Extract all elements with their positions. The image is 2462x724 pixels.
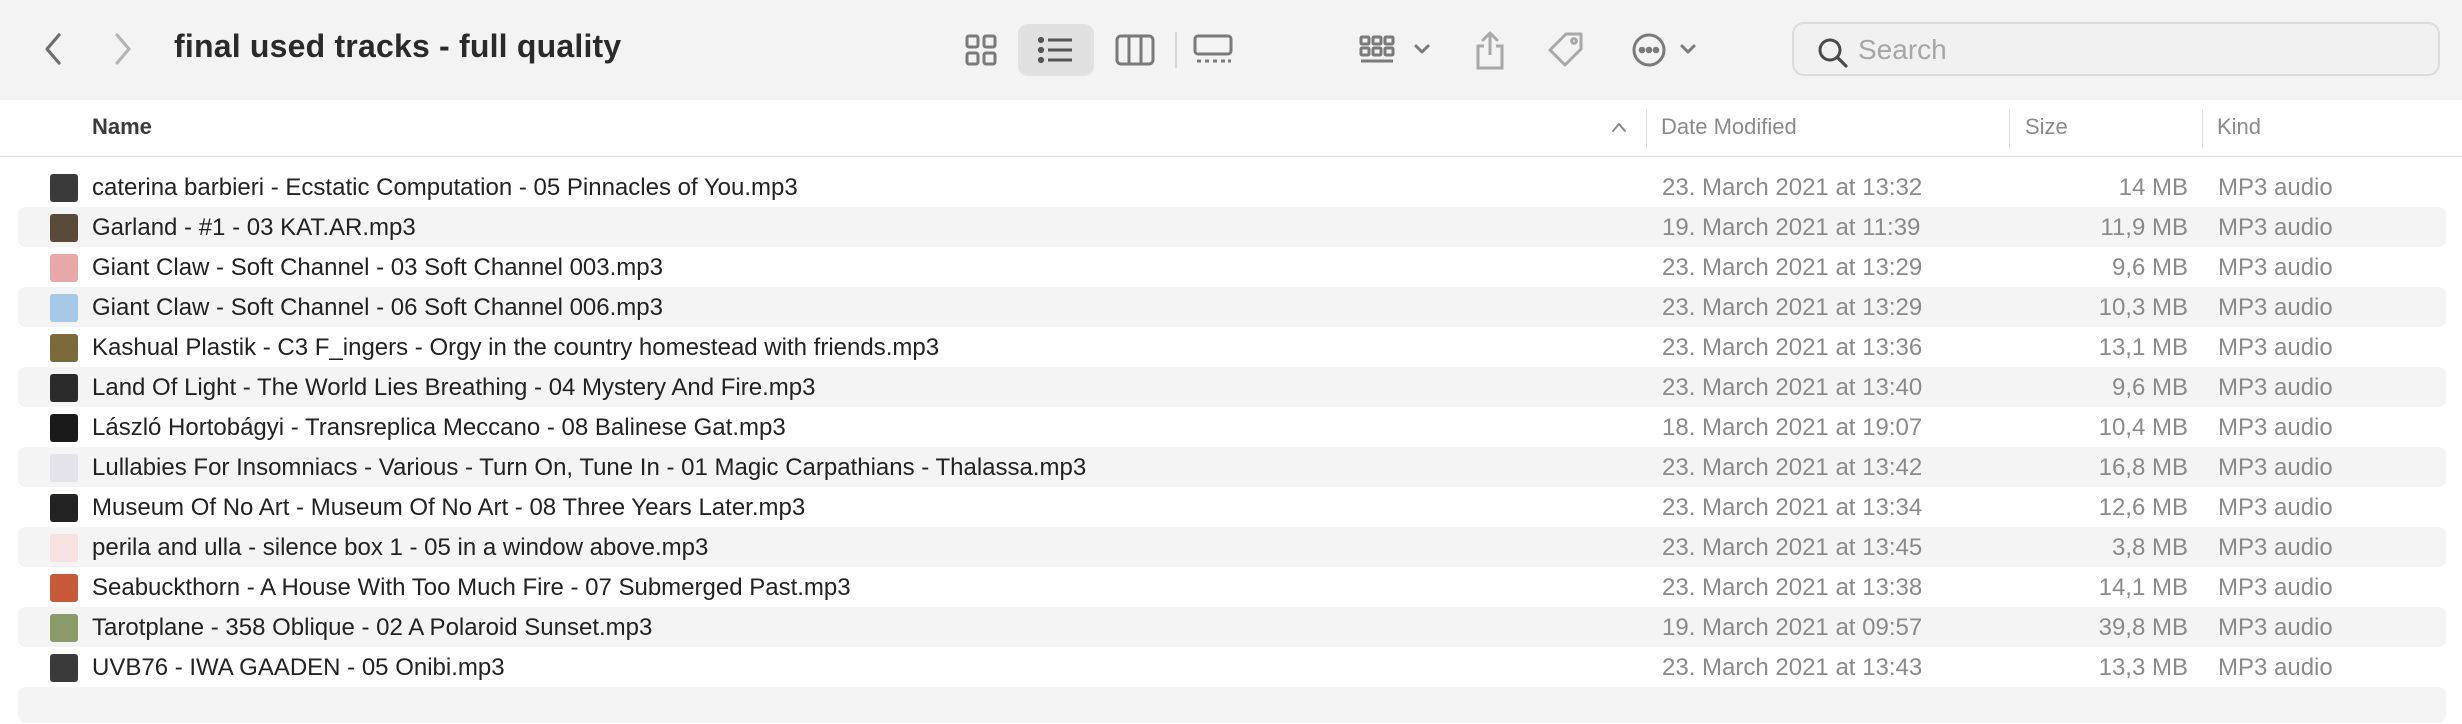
icon-view-icon [965,34,997,66]
file-row[interactable]: László Hortobágyi - Transreplica Meccano… [18,407,2446,447]
column-divider [2009,110,2010,148]
file-row[interactable]: Lullabies For Insomniacs - Various - Tur… [18,447,2446,487]
file-kind: MP3 audio [2218,414,2333,441]
chevron-left-icon [45,33,61,65]
share-icon [1476,31,1504,70]
file-kind: MP3 audio [2218,574,2333,601]
file-kind: MP3 audio [2218,174,2333,201]
group-by-icon [1359,35,1430,63]
gallery-view-icon [1193,34,1233,63]
file-size: 9,6 MB [2111,374,2188,401]
group-by-button[interactable] [1358,24,1434,76]
file-kind: MP3 audio [2218,334,2333,361]
toolbar: final used tracks - full quality [0,0,2462,101]
file-kind: MP3 audio [2218,454,2333,481]
file-row[interactable]: UVB76 - IWA GAADEN - 05 Onibi.mp3 23. Mar… [18,647,2446,687]
toolbar-divider [1175,32,1177,68]
file-kind: MP3 audio [2218,374,2333,401]
file-row[interactable]: Giant Claw - Soft Channel - 06 Soft Chan… [18,287,2446,327]
file-row[interactable]: Land Of Light - The World Lies Breathing… [18,367,2446,407]
search-input[interactable] [1856,30,2420,70]
file-kind: MP3 audio [2218,254,2333,281]
column-header-size[interactable]: Size [2025,114,2068,140]
back-button[interactable] [26,22,80,76]
window-title: final used tracks - full quality [174,28,622,64]
column-header-name[interactable]: Name [92,114,152,140]
file-row[interactable]: perila and ulla - silence box 1 - 05 in … [18,527,2446,567]
file-size: 10,4 MB [2098,414,2188,441]
more-actions-button[interactable] [1630,24,1706,76]
column-divider [1646,110,1647,148]
file-kind: MP3 audio [2218,614,2333,641]
tag-button[interactable] [1544,24,1588,76]
file-size: 39,8 MB [2098,614,2188,641]
file-size: 16,8 MB [2098,454,2188,481]
column-view-icon [1115,34,1155,66]
column-header: Name Date Modified Size Kind [0,100,2462,157]
file-row[interactable]: Seabuckthorn - A House With Too Much Fir… [18,567,2446,607]
file-row[interactable]: Kashual Plastik - C3 F_ingers - Orgy in … [18,327,2446,367]
search-icon [1818,38,1848,68]
file-size: 13,1 MB [2098,334,2188,361]
file-size: 13,3 MB [2098,654,2188,681]
file-kind: MP3 audio [2218,494,2333,521]
list-view-icon [1037,36,1072,64]
file-row[interactable]: Tarotplane - 358 Oblique - 02 A Polaroid… [18,607,2446,647]
empty-row [18,687,2446,723]
icon-view-button[interactable] [956,24,1006,76]
file-row[interactable]: Giant Claw - Soft Channel - 03 Soft Chan… [18,247,2446,287]
share-button[interactable] [1468,24,1512,76]
sort-ascending-icon [1612,123,1626,132]
file-kind: MP3 audio [2218,654,2333,681]
list-view-button[interactable] [1018,24,1094,76]
file-size: 14 MB [2118,174,2188,201]
file-kind: MP3 audio [2218,294,2333,321]
column-header-date[interactable]: Date Modified [1661,114,1797,140]
ellipsis-circle-icon [1632,33,1696,67]
column-view-button[interactable] [1110,24,1160,76]
file-kind: MP3 audio [2218,534,2333,561]
chevron-right-icon [115,33,131,65]
file-row[interactable]: Garland - #1 - 03 KAT.AR.mp3 19. March 20… [18,207,2446,247]
file-row[interactable]: caterina barbieri - Ecstatic Computation… [18,167,2446,207]
gallery-view-button[interactable] [1188,24,1238,76]
column-divider [2202,110,2203,148]
file-size: 14,1 MB [2098,574,2188,601]
file-row[interactable]: Museum Of No Art - Museum Of No Art - 08… [18,487,2446,527]
file-list: caterina barbieri - Ecstatic Computation… [18,167,2446,723]
file-size: 10,3 MB [2098,294,2188,321]
file-size: 9,6 MB [2111,254,2188,281]
file-size: 11,9 MB [2100,214,2188,241]
file-kind: MP3 audio [2218,214,2333,241]
file-size: 12,6 MB [2098,494,2188,521]
search-field[interactable] [1792,22,2440,76]
forward-button[interactable] [96,22,150,76]
column-header-kind[interactable]: Kind [2217,114,2261,140]
file-size: 3,8 MB [2111,534,2188,561]
tag-icon [1548,32,1583,67]
